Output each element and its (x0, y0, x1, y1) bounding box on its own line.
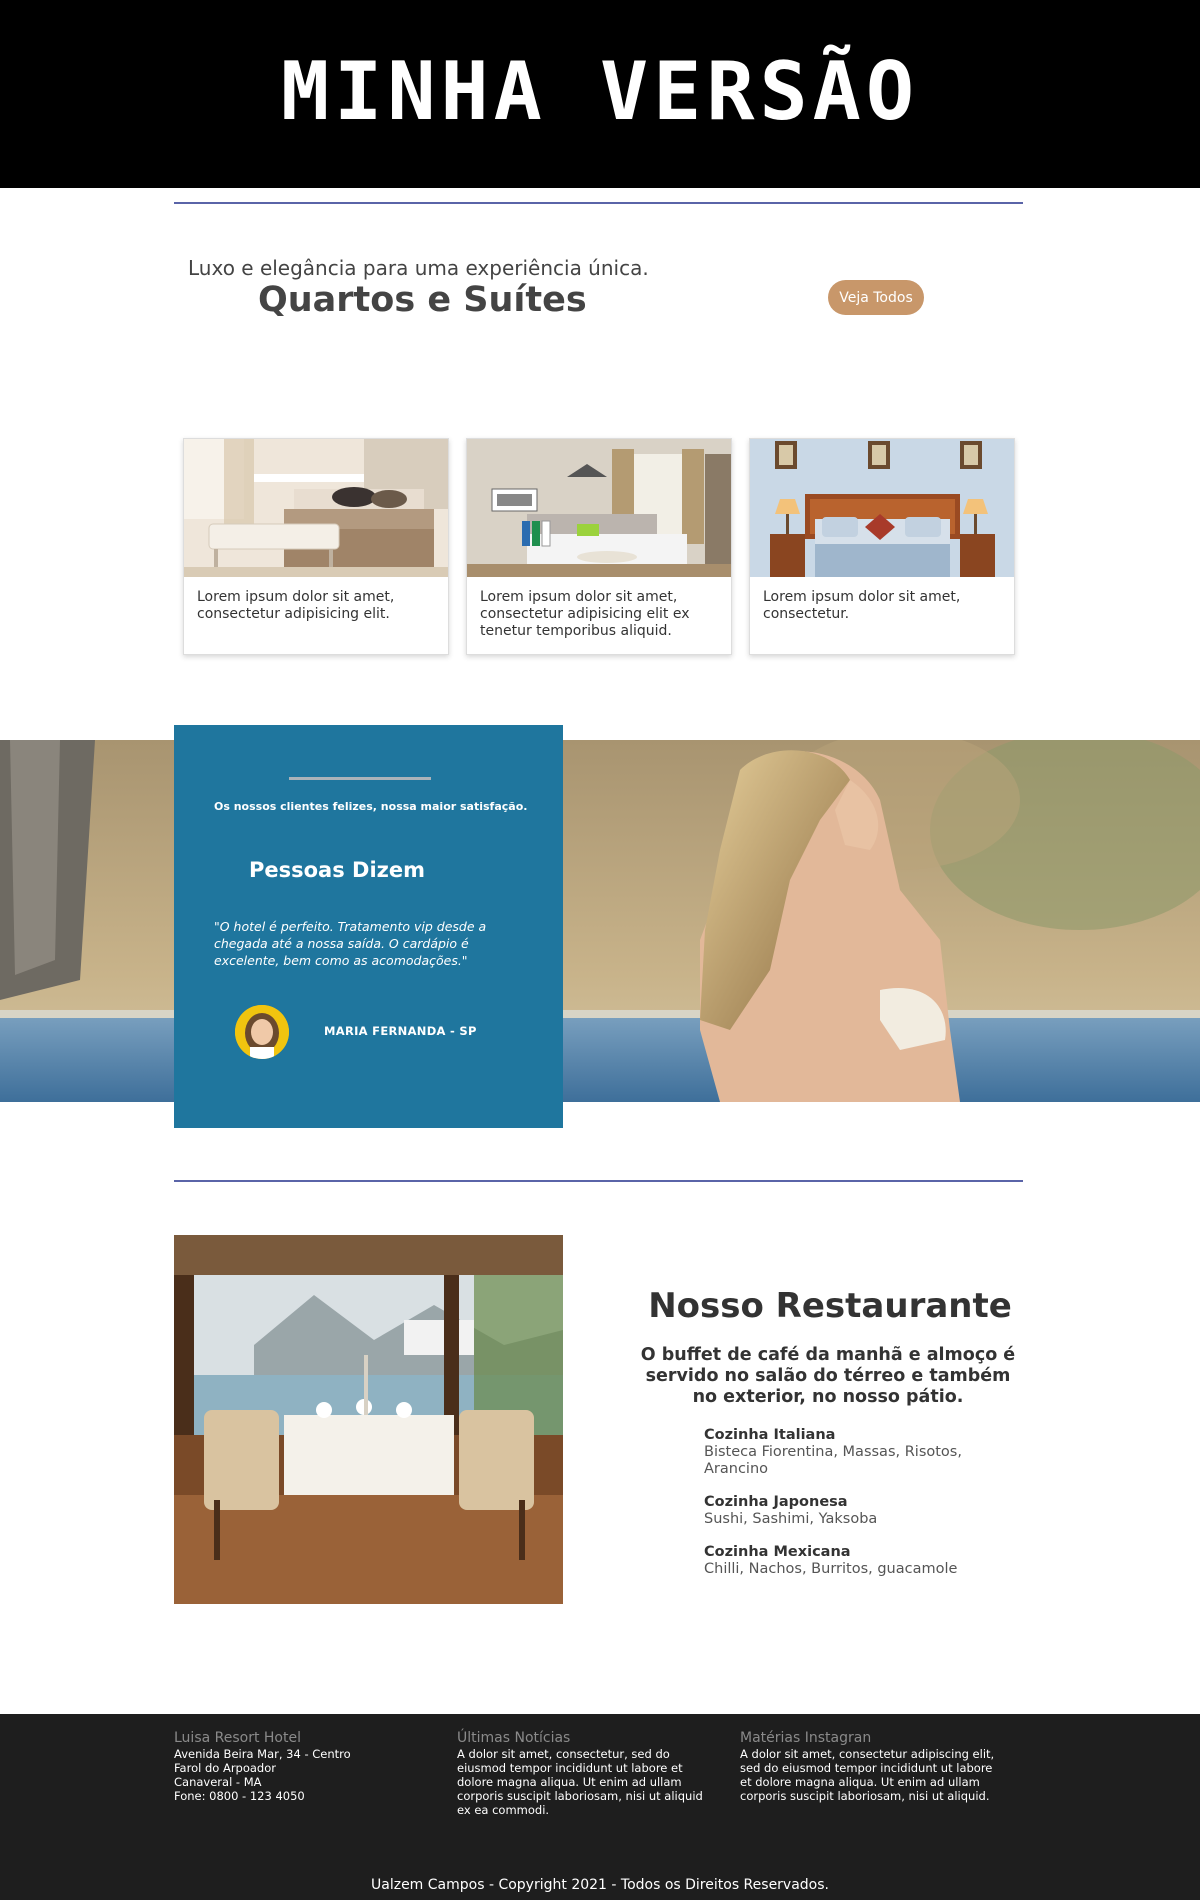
room-description: Lorem ipsum dolor sit amet, consectetur … (480, 589, 690, 639)
footer-instagram-text: A dolor sit amet, consectetur adipiscing… (740, 1747, 995, 1803)
menu-item-name: Cozinha Mexicana (704, 1544, 851, 1560)
footer-address-line: Canaveral - MA (174, 1775, 262, 1789)
rooms-tagline: Luxo e elegância para uma experiência ún… (188, 256, 649, 280)
banner-title: MINHA VERSÃO (281, 45, 919, 138)
room-photo (184, 439, 448, 577)
footer-address-line: Avenida Beira Mar, 34 - Centro (174, 1747, 351, 1761)
footer-hotel-info: Luisa Resort Hotel Avenida Beira Mar, 34… (174, 1729, 444, 1803)
menu-item: Cozinha Japonesa Sushi, Sashimi, Yaksoba (704, 1494, 994, 1528)
room-description: Lorem ipsum dolor sit amet, consectetur. (763, 589, 961, 622)
avatar (235, 1005, 289, 1059)
room-card[interactable]: Lorem ipsum dolor sit amet, consectetur … (466, 438, 732, 655)
room-photo (467, 439, 731, 577)
room-photo (750, 439, 1014, 577)
restaurant-photo (174, 1235, 563, 1604)
footer-instagram: Matérias Instagran A dolor sit amet, con… (740, 1729, 1005, 1803)
menu-item-name: Cozinha Italiana (704, 1427, 836, 1443)
menu-item-dishes: Bisteca Fiorentina, Massas, Risotos, Ara… (704, 1444, 962, 1477)
room-description: Lorem ipsum dolor sit amet, consectetur … (197, 589, 395, 622)
testimonial-divider (289, 777, 431, 780)
menu-item-dishes: Chilli, Nachos, Burritos, guacamole (704, 1561, 958, 1577)
footer-address-line: Farol do Arpoador (174, 1761, 277, 1775)
footer-heading: Luisa Resort Hotel (174, 1730, 301, 1746)
menu-item-dishes: Sushi, Sashimi, Yaksoba (704, 1511, 878, 1527)
testimonial-author: MARIA FERNANDA - SP (324, 1024, 477, 1038)
testimonial-quote: "O hotel é perfeito. Tratamento vip desd… (214, 919, 487, 968)
restaurant-title: Nosso Restaurante (648, 1286, 1012, 1326)
footer-heading: Últimas Notícias (457, 1730, 571, 1746)
footer-phone: Fone: 0800 - 123 4050 (174, 1789, 305, 1803)
section-divider (174, 1180, 1023, 1182)
restaurant-description: O buffet de café da manhã e almoço é ser… (640, 1345, 1016, 1407)
footer-heading: Matérias Instagran (740, 1730, 872, 1746)
testimonial-title: Pessoas Dizem (249, 858, 426, 882)
menu-item: Cozinha Italiana Bisteca Fiorentina, Mas… (704, 1427, 994, 1478)
room-card[interactable]: Lorem ipsum dolor sit amet, consectetur … (183, 438, 449, 655)
footer-news-text: A dolor sit amet, consectetur, sed do ei… (457, 1747, 703, 1817)
copyright: Ualzem Campos - Copyright 2021 - Todos o… (371, 1877, 829, 1893)
menu-item: Cozinha Mexicana Chilli, Nachos, Burrito… (704, 1544, 994, 1578)
section-divider (174, 202, 1023, 204)
footer-news: Últimas Notícias A dolor sit amet, conse… (457, 1729, 712, 1817)
room-card[interactable]: Lorem ipsum dolor sit amet, consectetur. (749, 438, 1015, 655)
rooms-title: Quartos e Suítes (258, 280, 587, 320)
menu-item-name: Cozinha Japonesa (704, 1494, 848, 1510)
testimonial-subtitle: Os nossos clientes felizes, nossa maior … (214, 800, 528, 813)
view-all-button[interactable]: Veja Todos (828, 280, 924, 315)
